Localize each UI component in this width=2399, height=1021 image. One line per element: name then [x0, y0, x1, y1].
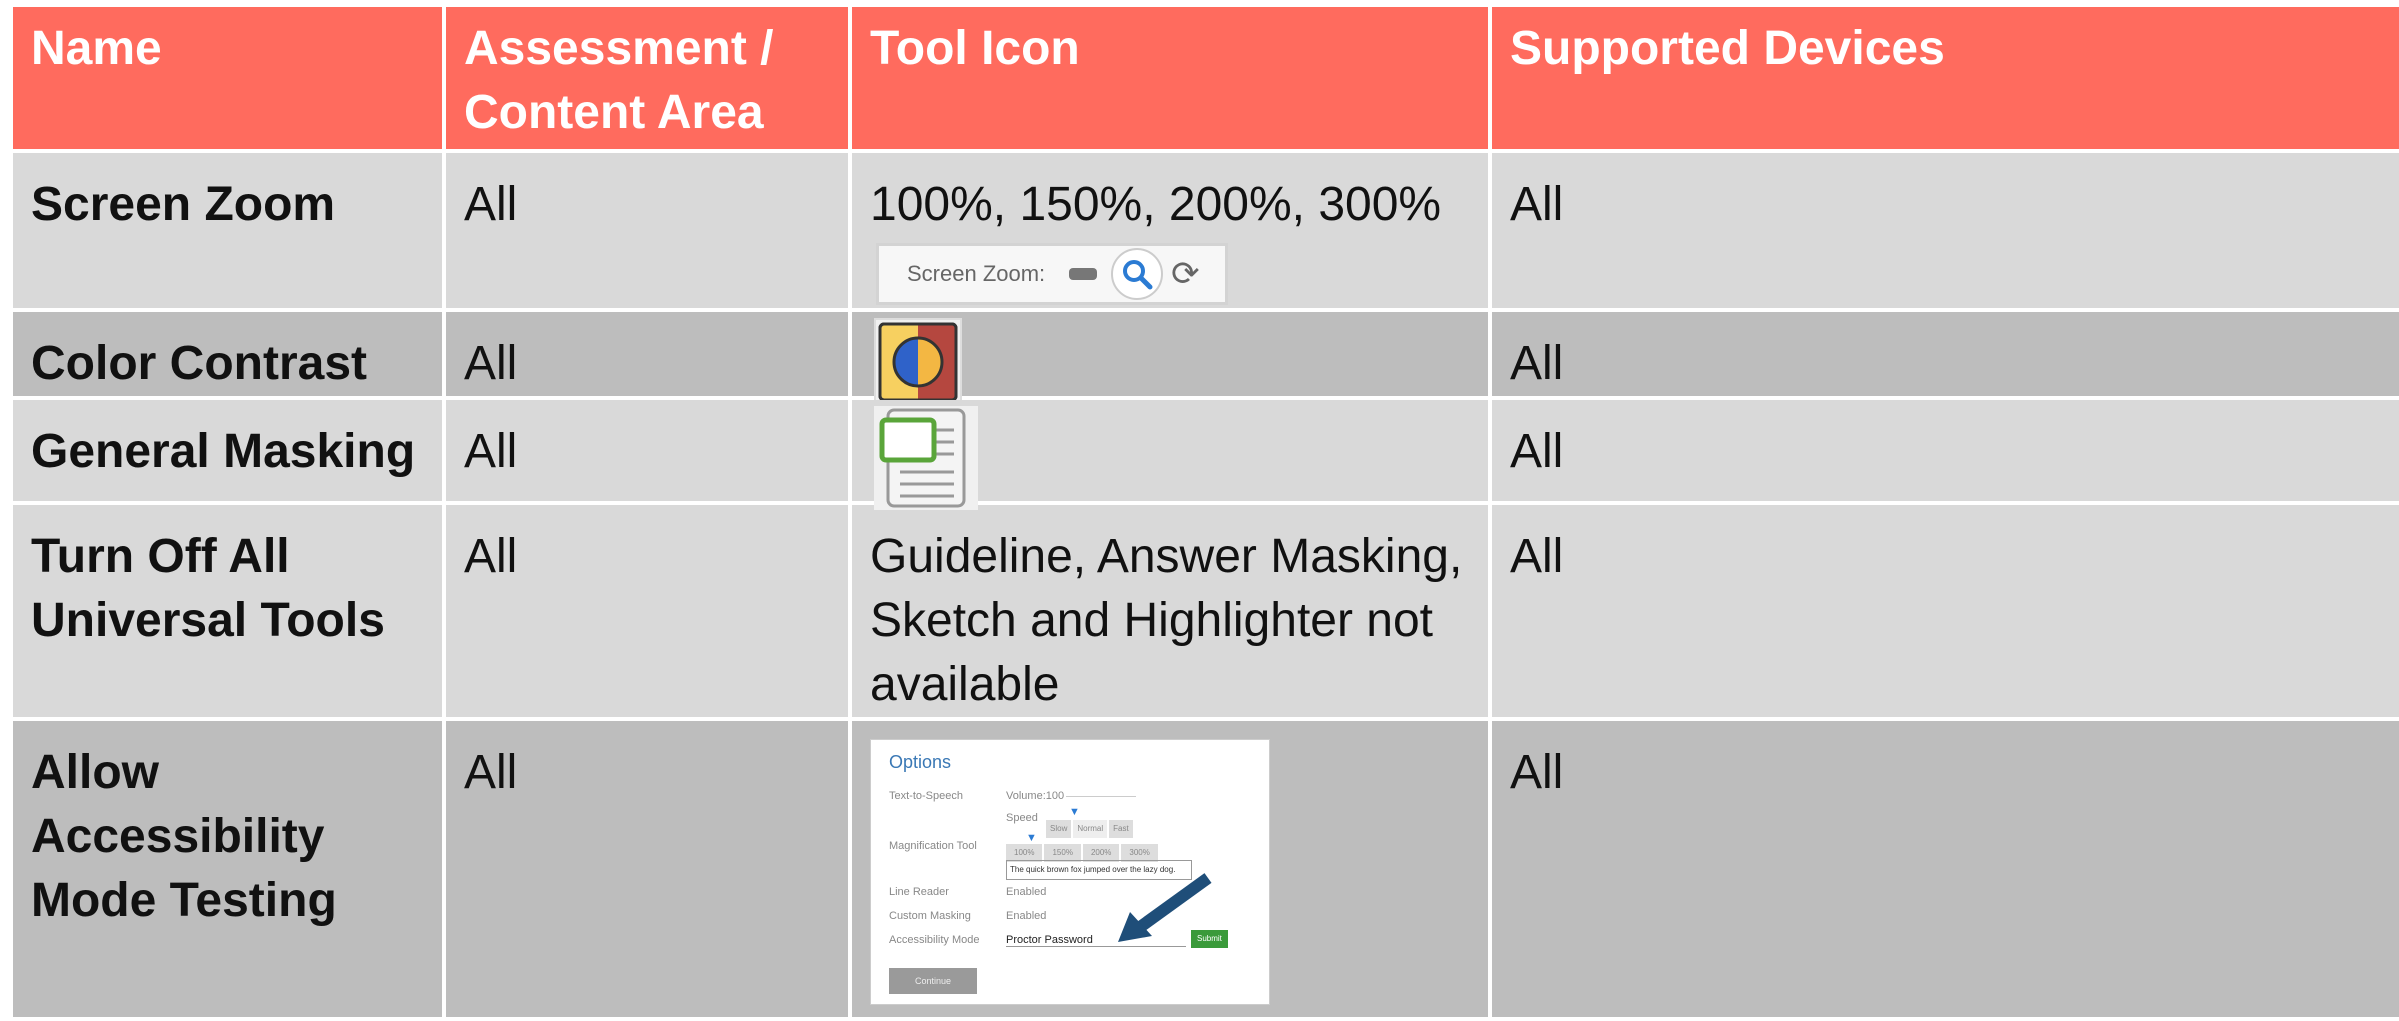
header-row: Name Assessment / Content Area Tool Icon…	[9, 3, 2399, 153]
table-row: Color Contrast All All	[9, 308, 2399, 406]
row-tool-text: 100%, 150%, 200%, 300%	[870, 178, 1442, 231]
row-devices: All	[1488, 149, 2399, 312]
screen-zoom-label: Screen Zoom:	[907, 261, 1046, 286]
row-devices: All	[1488, 396, 2399, 505]
header-area: Assessment / Content Area	[442, 3, 852, 153]
row-area: All	[442, 396, 852, 505]
accessibility-tools-table: Name Assessment / Content Area Tool Icon…	[9, 3, 2399, 1021]
volume-label: Volume:100	[1006, 790, 1065, 802]
table-row: Screen Zoom All 100%, 150%, 200%, 300% S…	[9, 149, 2399, 312]
custom-masking-value: Enabled	[1006, 910, 1047, 922]
magnification-label: Magnification Tool	[889, 840, 977, 852]
screen-zoom-widget: Screen Zoom: ⟳	[876, 243, 1228, 305]
header-tool-icon: Tool Icon	[848, 3, 1492, 153]
speed-normal: Normal	[1073, 820, 1108, 838]
speed-options: Slow Normal Fast	[1046, 820, 1133, 838]
custom-masking-label: Custom Masking	[889, 910, 971, 922]
row-name: Screen Zoom	[9, 149, 446, 312]
color-contrast-icon	[874, 318, 962, 406]
speed-marker-icon: ▼	[1069, 806, 1080, 818]
refresh-icon: ⟳	[1171, 255, 1200, 293]
row-tool	[848, 396, 1492, 510]
row-devices: All	[1488, 308, 2399, 400]
row-name: Turn Off All Universal Tools	[9, 501, 446, 721]
row-area: All	[442, 717, 852, 1021]
continue-button: Continue	[889, 968, 977, 994]
masking-icon	[874, 406, 978, 510]
row-tool: Guideline, Answer Masking, Sketch and Hi…	[848, 501, 1492, 721]
row-tool: Options Text-to-Speech Volume:100 Speed …	[848, 717, 1492, 1021]
options-panel-screenshot: Options Text-to-Speech Volume:100 Speed …	[870, 739, 1270, 1005]
line-reader-value: Enabled	[1006, 886, 1047, 898]
header-name: Name	[9, 3, 446, 153]
row-area: All	[442, 308, 852, 400]
row-area: All	[442, 149, 852, 312]
zoom-marker-icon: ▼	[1026, 832, 1037, 844]
accessibility-mode-label: Accessibility Mode	[889, 934, 980, 946]
row-devices: All	[1488, 501, 2399, 721]
row-name: Color Contrast	[9, 308, 446, 400]
tts-label: Text-to-Speech	[889, 790, 963, 802]
speed-label: Speed	[1006, 812, 1038, 824]
row-name: General Masking	[9, 396, 446, 505]
table-row: Turn Off All Universal Tools All Guideli…	[9, 501, 2399, 721]
line-reader-label: Line Reader	[889, 886, 949, 898]
speed-slow: Slow	[1046, 820, 1072, 838]
speed-fast: Fast	[1109, 820, 1133, 838]
arrow-icon	[1118, 873, 1212, 942]
table-row: Allow Accessibility Mode Testing All Opt…	[9, 717, 2399, 1021]
row-devices: All	[1488, 717, 2399, 1021]
row-area: All	[442, 501, 852, 721]
options-title: Options	[889, 752, 952, 772]
row-tool: 100%, 150%, 200%, 300% Screen Zoom: ⟳	[848, 149, 1492, 312]
magnifier-icon	[1111, 248, 1164, 300]
table-row: General Masking All All	[9, 396, 2399, 510]
row-name: Allow Accessibility Mode Testing	[9, 717, 446, 1021]
minus-icon	[1069, 268, 1098, 280]
header-devices: Supported Devices	[1488, 3, 2399, 153]
volume-slider	[1066, 796, 1136, 797]
row-tool	[848, 308, 1492, 406]
